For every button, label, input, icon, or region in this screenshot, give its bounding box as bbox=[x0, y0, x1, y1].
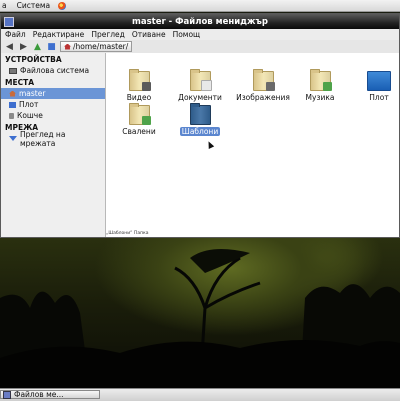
file-item-music[interactable]: Музика bbox=[292, 69, 348, 102]
trash-icon bbox=[9, 112, 14, 119]
sidebar-item-label: Плот bbox=[19, 100, 39, 109]
file-manager-icon bbox=[3, 390, 11, 399]
file-item-templates[interactable]: Шаблони bbox=[172, 103, 228, 136]
status-bar-text: „Шаблони“ Папка bbox=[106, 231, 149, 236]
path-label: /home/master/ bbox=[73, 42, 129, 51]
mouse-cursor-icon bbox=[205, 140, 215, 149]
window-menu-icon[interactable] bbox=[4, 17, 14, 27]
music-folder-icon bbox=[309, 69, 332, 91]
menubar: Файл Редактиране Преглед Отиване Помощ bbox=[1, 29, 399, 40]
file-item-documents[interactable]: Документи bbox=[172, 69, 228, 102]
file-item-pictures[interactable]: Изображения bbox=[231, 69, 295, 102]
file-name: Плот bbox=[369, 93, 389, 102]
window-titlebar[interactable]: master - Файлов мениджър bbox=[1, 14, 399, 29]
file-item-downloads[interactable]: Свалени bbox=[111, 103, 167, 136]
templates-folder-icon bbox=[189, 103, 211, 125]
home-icon bbox=[64, 43, 71, 50]
sidebar-item-trash[interactable]: Кошче bbox=[1, 110, 105, 121]
devices-header: УСТРОЙСТВА bbox=[5, 55, 62, 64]
pictures-folder-icon bbox=[252, 69, 275, 91]
sidebar-item-network[interactable]: Преглед на мрежата bbox=[1, 130, 105, 148]
desktop-folder-icon bbox=[367, 71, 391, 91]
file-name: Свалени bbox=[122, 127, 156, 136]
toolbar: ◀ ▶ ▲ ■ /home/master/ bbox=[1, 40, 399, 54]
desktop-icon bbox=[9, 101, 16, 108]
file-item-desktop[interactable]: Плот bbox=[351, 71, 400, 102]
menu-go[interactable]: Отиване bbox=[132, 30, 166, 39]
window-content: УСТРОЙСТВА Файлова система МЕСТА master … bbox=[1, 53, 399, 237]
tree-silhouettes bbox=[0, 249, 400, 388]
menu-help[interactable]: Помощ bbox=[173, 30, 201, 39]
bottom-panel: Файлов ме... bbox=[0, 388, 400, 401]
top-panel: а Система bbox=[0, 0, 400, 12]
file-name: Шаблони bbox=[179, 127, 221, 136]
home-icon bbox=[9, 90, 16, 97]
taskbar-button-file-manager[interactable]: Файлов ме... bbox=[0, 390, 100, 399]
drive-icon bbox=[9, 67, 17, 74]
file-manager-window: master - Файлов мениджър Файл Редактиран… bbox=[0, 13, 400, 238]
up-button[interactable]: ▲ bbox=[32, 42, 43, 52]
window-title: master - Файлов мениджър bbox=[132, 16, 268, 27]
sidebar-item-label: Файлова система bbox=[20, 66, 90, 75]
desktop-wallpaper bbox=[0, 238, 400, 388]
system-menu[interactable]: Система bbox=[15, 1, 52, 10]
documents-folder-icon bbox=[189, 69, 212, 91]
web-browser-icon[interactable] bbox=[58, 1, 67, 10]
sidebar: УСТРОЙСТВА Файлова система МЕСТА master … bbox=[1, 53, 106, 237]
file-name: Документи bbox=[178, 93, 222, 102]
applications-menu[interactable]: а bbox=[0, 1, 9, 10]
sidebar-item-label: Кошче bbox=[17, 111, 43, 120]
file-name: Музика bbox=[305, 93, 335, 102]
video-folder-icon bbox=[128, 69, 151, 91]
path-button[interactable]: /home/master/ bbox=[60, 41, 133, 52]
sidebar-item-desktop[interactable]: Плот bbox=[1, 99, 105, 110]
downloads-folder-icon bbox=[128, 103, 151, 125]
file-item-video[interactable]: Видео bbox=[111, 69, 167, 102]
back-button[interactable]: ◀ bbox=[4, 42, 15, 52]
sidebar-item-label: master bbox=[19, 89, 46, 98]
menu-view[interactable]: Преглед bbox=[91, 30, 125, 39]
sidebar-item-label: Преглед на мрежата bbox=[20, 129, 66, 148]
taskbar-label: Файлов ме... bbox=[14, 390, 64, 399]
file-name: Видео bbox=[126, 93, 152, 102]
file-name: Изображения bbox=[236, 93, 290, 102]
file-view[interactable]: Видео Документи Изображения Музика Плот … bbox=[106, 53, 399, 237]
menu-file[interactable]: Файл bbox=[5, 30, 26, 39]
forward-button[interactable]: ▶ bbox=[18, 42, 29, 52]
menu-edit[interactable]: Редактиране bbox=[33, 30, 85, 39]
sidebar-item-master[interactable]: master bbox=[1, 88, 105, 99]
sidebar-item-filesystem[interactable]: Файлова система bbox=[1, 65, 105, 76]
network-icon bbox=[9, 136, 17, 141]
places-header: МЕСТА bbox=[5, 78, 35, 87]
home-button[interactable]: ■ bbox=[46, 42, 57, 52]
